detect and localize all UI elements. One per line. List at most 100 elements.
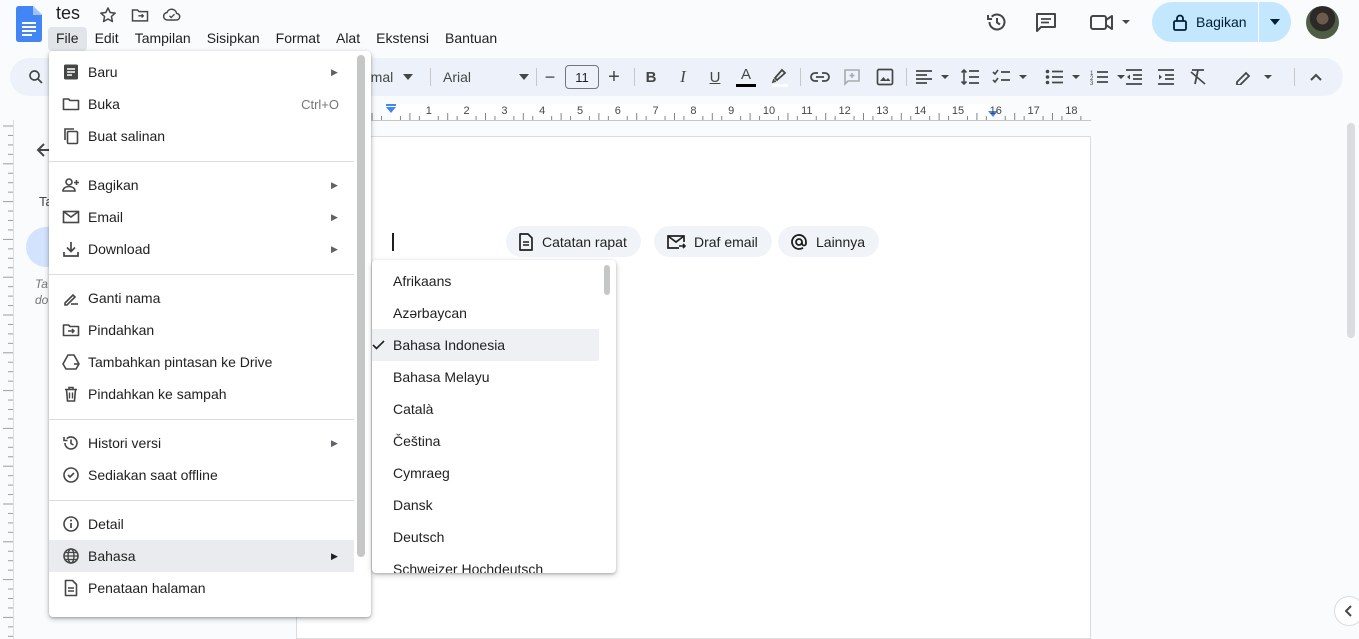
file-menu-item-make-copy[interactable]: Buat salinan xyxy=(49,120,354,152)
file-menu-item-move[interactable]: Pindahkan xyxy=(49,314,354,346)
language-label: Català xyxy=(393,401,434,417)
file-menu-item-new[interactable]: Baru ▶ xyxy=(49,56,354,88)
language-item[interactable]: Català xyxy=(372,393,599,425)
add-comment-icon[interactable] xyxy=(840,58,864,96)
ruler-number: 10 xyxy=(763,105,775,117)
language-label: Azərbaycan xyxy=(393,305,467,321)
search-menus-icon[interactable] xyxy=(24,58,48,96)
file-menu-label: Sediakan saat offline xyxy=(88,467,218,483)
file-menu-item-language[interactable]: Bahasa ▶ xyxy=(49,540,354,572)
language-item[interactable]: Cymraeg xyxy=(372,457,599,489)
file-menu-item-share[interactable]: Bagikan ▶ xyxy=(49,169,354,201)
side-panel-toggle[interactable] xyxy=(1334,596,1359,626)
move-to-folder-icon[interactable] xyxy=(130,5,150,25)
file-menu-item-email[interactable]: Email ▶ xyxy=(49,201,354,233)
menu-tools[interactable]: Alat xyxy=(328,27,368,51)
increase-font-size-button[interactable]: + xyxy=(604,58,624,96)
folder-icon xyxy=(62,95,80,113)
file-menu-item-add-shortcut[interactable]: Tambahkan pintasan ke Drive xyxy=(49,346,354,378)
file-menu-label: Buat salinan xyxy=(88,128,166,144)
file-menu-item-details[interactable]: Detail xyxy=(49,508,354,540)
file-menu-item-download[interactable]: Download ▶ xyxy=(49,233,354,265)
file-menu-item-open[interactable]: Buka Ctrl+O xyxy=(49,88,354,120)
file-menu-item-version-history[interactable]: Histori versi ▶ xyxy=(49,427,354,459)
document-title[interactable]: tes xyxy=(56,3,80,24)
document-icon xyxy=(519,232,533,251)
chip-label: Catatan rapat xyxy=(542,233,627,250)
language-menu-scrollbar[interactable] xyxy=(604,265,610,295)
underline-icon[interactable]: U xyxy=(704,58,726,96)
horizontal-ruler[interactable]: 1 2 3 4 5 6 7 8 9 10 11 12 13 14 15 16 17 18 xyxy=(296,101,1091,121)
editing-mode-icon[interactable] xyxy=(1232,58,1276,96)
checklist-icon[interactable] xyxy=(990,58,1030,96)
chip-more[interactable]: Lainnya xyxy=(778,226,880,257)
clear-formatting-icon[interactable] xyxy=(1186,58,1210,96)
language-item[interactable]: Schweizer Hochdeutsch xyxy=(372,553,599,573)
star-icon[interactable] xyxy=(98,5,118,25)
language-item[interactable]: Azərbaycan xyxy=(372,297,599,329)
language-item[interactable]: Deutsch xyxy=(372,521,599,553)
file-menu-item-rename[interactable]: Ganti nama xyxy=(49,282,354,314)
insert-image-icon[interactable] xyxy=(873,58,897,96)
font-size-input[interactable]: 11 xyxy=(565,65,599,89)
copy-icon xyxy=(62,127,80,145)
ruler-number: 14 xyxy=(914,105,926,117)
text-color-icon[interactable]: A xyxy=(734,58,758,96)
bold-icon[interactable]: B xyxy=(640,58,662,96)
decrease-indent-icon[interactable] xyxy=(1122,58,1146,96)
style-select[interactable]: rmal xyxy=(366,58,420,96)
share-main[interactable]: Bagikan xyxy=(1152,2,1258,42)
menu-help[interactable]: Bantuan xyxy=(437,27,505,51)
highlight-color-icon[interactable] xyxy=(768,58,792,96)
language-item[interactable]: Čeština xyxy=(372,425,599,457)
chevron-left-icon xyxy=(1345,605,1352,617)
language-label: Čeština xyxy=(393,433,441,449)
share-options-button[interactable] xyxy=(1258,2,1291,42)
font-size-wrapper: 11 xyxy=(565,58,599,96)
menu-file[interactable]: File xyxy=(48,27,87,51)
font-select[interactable]: Arial xyxy=(443,58,529,96)
first-line-indent-marker xyxy=(386,104,396,106)
document-scrollbar[interactable] xyxy=(1347,123,1355,338)
shortcut-hint: Ctrl+O xyxy=(301,96,339,112)
file-menu-scrollbar[interactable] xyxy=(357,55,365,557)
insert-link-icon[interactable] xyxy=(808,58,832,96)
chip-meeting-notes[interactable]: Catatan rapat xyxy=(506,226,641,257)
vertical-ruler[interactable] xyxy=(0,120,14,639)
language-menu: Afrikaans Azərbaycan Bahasa Indonesia Ba… xyxy=(372,260,616,573)
bulleted-list-icon[interactable] xyxy=(1043,58,1083,96)
language-item[interactable]: Dansk xyxy=(372,489,599,521)
file-menu-label: Baru xyxy=(88,64,118,80)
avatar[interactable] xyxy=(1306,6,1339,39)
line-spacing-icon[interactable] xyxy=(958,58,982,96)
decrease-font-size-button[interactable]: − xyxy=(540,58,560,96)
file-menu-item-trash[interactable]: Pindahkan ke sampah xyxy=(49,378,354,410)
comments-icon[interactable] xyxy=(1031,7,1061,37)
language-item-selected[interactable]: Bahasa Indonesia xyxy=(372,329,599,361)
cloud-saved-icon[interactable] xyxy=(162,5,182,25)
language-item[interactable]: Bahasa Melayu xyxy=(372,361,599,393)
docs-logo-icon[interactable] xyxy=(16,6,42,42)
at-sign-icon xyxy=(791,233,807,250)
collapse-menus-icon[interactable] xyxy=(1304,58,1328,96)
italic-icon[interactable]: I xyxy=(672,58,694,96)
share-button[interactable]: Bagikan xyxy=(1152,2,1291,42)
chip-email-draft[interactable]: Draf email xyxy=(654,226,772,257)
menu-edit[interactable]: Edit xyxy=(87,27,127,51)
file-menu-label: Pindahkan ke sampah xyxy=(88,386,227,402)
file-menu-item-page-setup[interactable]: Penataan halaman xyxy=(49,572,354,604)
version-history-icon[interactable] xyxy=(982,7,1012,37)
meet-icon[interactable] xyxy=(1086,7,1134,37)
file-menu-label: Bahasa xyxy=(88,548,136,564)
menu-extensions[interactable]: Ekstensi xyxy=(368,27,437,51)
file-menu-item-offline[interactable]: Sediakan saat offline xyxy=(49,459,354,491)
menu-view[interactable]: Tampilan xyxy=(127,27,199,51)
menu-insert[interactable]: Sisipkan xyxy=(199,27,268,51)
ruler-number: 11 xyxy=(801,105,812,117)
menu-format[interactable]: Format xyxy=(268,27,328,51)
align-icon[interactable] xyxy=(913,58,953,96)
ruler-number: 4 xyxy=(539,105,545,117)
language-item[interactable]: Afrikaans xyxy=(372,265,599,297)
ruler-number: 16 xyxy=(990,105,1002,117)
increase-indent-icon[interactable] xyxy=(1154,58,1178,96)
